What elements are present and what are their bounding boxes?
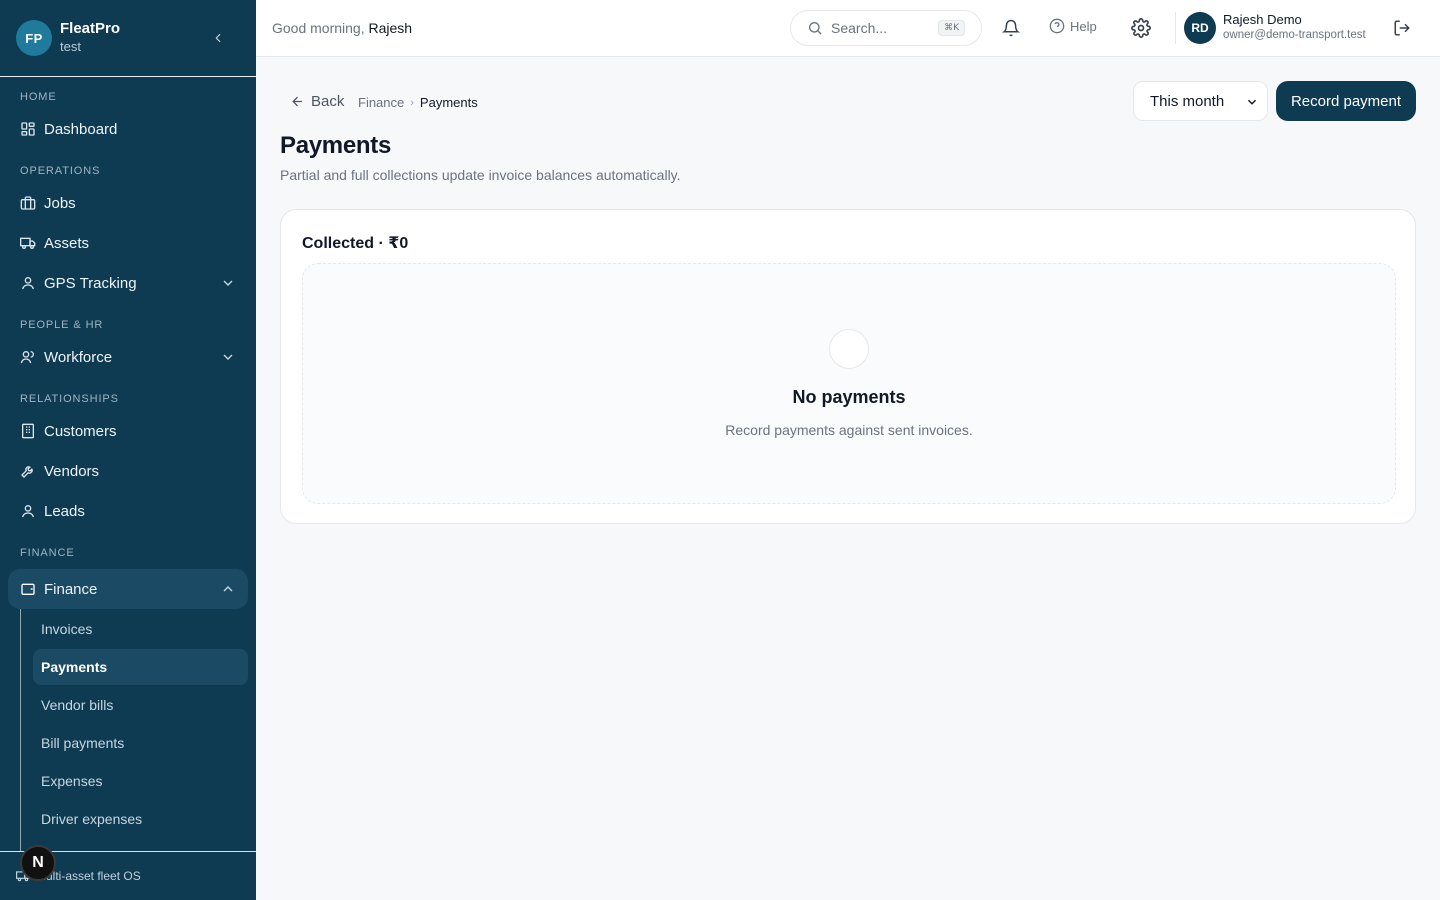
bell-icon[interactable] bbox=[1002, 19, 1020, 37]
user-icon bbox=[20, 503, 36, 519]
brand-name: FleatPro bbox=[60, 20, 121, 37]
sidebar-subitem-payments[interactable]: Payments bbox=[33, 649, 248, 685]
section-label-people-hr: PEOPLE & HR bbox=[20, 319, 104, 331]
breadcrumb-payments: Payments bbox=[419, 95, 478, 110]
sidebar-subitem-bill-payments[interactable]: Bill payments bbox=[33, 725, 248, 761]
brand-avatar: FP bbox=[16, 20, 52, 56]
logout-icon[interactable] bbox=[1393, 19, 1411, 37]
sidebar-nav: HOME Dashboard OPERATIONS Jobs Assets GP… bbox=[0, 77, 256, 869]
sidebar-item-workforce[interactable]: Workforce bbox=[8, 337, 248, 377]
breadcrumb: Finance › Payments bbox=[358, 95, 478, 110]
chevron-right-icon: › bbox=[410, 96, 414, 109]
wallet-icon bbox=[20, 581, 36, 597]
search-icon bbox=[809, 22, 822, 35]
building-icon bbox=[20, 423, 36, 439]
empty-state: No payments Record payments against sent… bbox=[302, 263, 1396, 504]
arrow-left-icon bbox=[292, 96, 302, 107]
sidebar-item-assets[interactable]: Assets bbox=[8, 223, 248, 263]
wrench-icon bbox=[20, 463, 36, 479]
collected-summary: Collected · ₹0 bbox=[302, 235, 409, 252]
sidebar-item-label: Workforce bbox=[44, 348, 113, 366]
sidebar-item-label: Jobs bbox=[44, 194, 76, 212]
help-label: Help bbox=[1070, 18, 1097, 34]
next-dev-badge[interactable]: N bbox=[20, 845, 56, 881]
brand-text: FleatPro test bbox=[60, 20, 208, 56]
section-label-finance: FINANCE bbox=[20, 547, 75, 559]
page-title: Payments bbox=[280, 132, 391, 159]
sidebar-item-label: Leads bbox=[44, 502, 85, 520]
period-value: This month bbox=[1150, 92, 1225, 110]
empty-state-description: Record payments against sent invoices. bbox=[725, 422, 973, 438]
chevron-down-icon bbox=[1247, 99, 1257, 105]
finance-submenu: Invoices Payments Vendor bills Bill paym… bbox=[20, 609, 256, 869]
avatar[interactable]: RD bbox=[1184, 12, 1216, 44]
empty-state-title: No payments bbox=[792, 387, 906, 407]
sidebar-item-leads[interactable]: Leads bbox=[8, 491, 248, 531]
sidebar-item-label: Vendors bbox=[44, 462, 100, 480]
chevron-up-icon bbox=[223, 586, 233, 592]
sidebar-subitem-vendor-bills[interactable]: Vendor bills bbox=[33, 687, 248, 723]
help-button[interactable]: Help bbox=[1049, 18, 1097, 34]
search-input[interactable]: Search... ⌘K bbox=[790, 10, 982, 46]
sidebar-subitem-expenses[interactable]: Expenses bbox=[33, 763, 248, 799]
sidebar-item-customers[interactable]: Customers bbox=[8, 411, 248, 451]
record-payment-button[interactable]: Record payment bbox=[1276, 81, 1416, 121]
section-label-home: HOME bbox=[20, 91, 57, 103]
page-toolbar: Back Finance › Payments This month Recor… bbox=[280, 81, 1416, 121]
chevron-down-icon bbox=[223, 280, 233, 286]
collapse-sidebar-button[interactable] bbox=[208, 28, 228, 48]
sidebar-subitem-invoices[interactable]: Invoices bbox=[33, 611, 248, 647]
chevron-down-icon bbox=[223, 354, 233, 360]
gear-icon[interactable] bbox=[1131, 18, 1151, 38]
sidebar-item-label: Customers bbox=[44, 422, 117, 440]
payments-card: Collected · ₹0 No payments Record paymen… bbox=[280, 209, 1416, 524]
help-circle-icon bbox=[1049, 18, 1065, 34]
sidebar-item-label: Finance bbox=[44, 580, 98, 598]
truck-icon bbox=[20, 235, 36, 251]
sidebar-item-vendors[interactable]: Vendors bbox=[8, 451, 248, 491]
section-label-operations: OPERATIONS bbox=[20, 165, 101, 177]
sidebar-item-gps-tracking[interactable]: GPS Tracking bbox=[8, 263, 248, 303]
sidebar-item-label: GPS Tracking bbox=[44, 274, 137, 292]
user-email: owner@demo-transport.test bbox=[1223, 29, 1366, 41]
sidebar-item-dashboard[interactable]: Dashboard bbox=[8, 109, 248, 149]
period-select[interactable]: This month bbox=[1133, 81, 1268, 121]
breadcrumb-finance[interactable]: Finance bbox=[358, 95, 404, 110]
greeting-name: Rajesh bbox=[368, 20, 413, 36]
user-name: Rajesh Demo bbox=[1223, 12, 1302, 27]
sidebar: FP FleatPro test HOME Dashboard OPERATIO… bbox=[0, 0, 256, 900]
section-label-relationships: RELATIONSHIPS bbox=[20, 393, 119, 405]
back-label: Back bbox=[311, 93, 345, 110]
greeting: Good morning, Rajesh bbox=[272, 20, 412, 36]
chevron-left-icon bbox=[215, 33, 221, 43]
brand-subtitle: test bbox=[60, 39, 81, 54]
back-button[interactable]: Back bbox=[290, 93, 344, 110]
sidebar-item-label: Assets bbox=[44, 234, 90, 252]
user-pin-icon bbox=[20, 275, 36, 291]
sidebar-item-label: Dashboard bbox=[44, 120, 118, 138]
top-bar: Good morning, Rajesh Search... ⌘K Help R… bbox=[256, 0, 1440, 57]
search-shortcut: ⌘K bbox=[938, 20, 965, 36]
sidebar-item-finance[interactable]: Finance bbox=[8, 569, 248, 609]
grid-icon bbox=[20, 121, 36, 137]
search-placeholder: Search... bbox=[831, 20, 888, 36]
sidebar-subitem-driver-expenses[interactable]: Driver expenses bbox=[33, 801, 248, 837]
header-divider bbox=[1175, 12, 1176, 44]
sidebar-item-jobs[interactable]: Jobs bbox=[8, 183, 248, 223]
empty-state-icon bbox=[829, 329, 869, 369]
brand-header: FP FleatPro test bbox=[0, 0, 256, 77]
briefcase-icon bbox=[20, 195, 36, 211]
users-icon bbox=[20, 349, 36, 365]
page-subtitle: Partial and full collections update invo… bbox=[280, 167, 681, 183]
greeting-text: Good morning, bbox=[272, 20, 365, 36]
